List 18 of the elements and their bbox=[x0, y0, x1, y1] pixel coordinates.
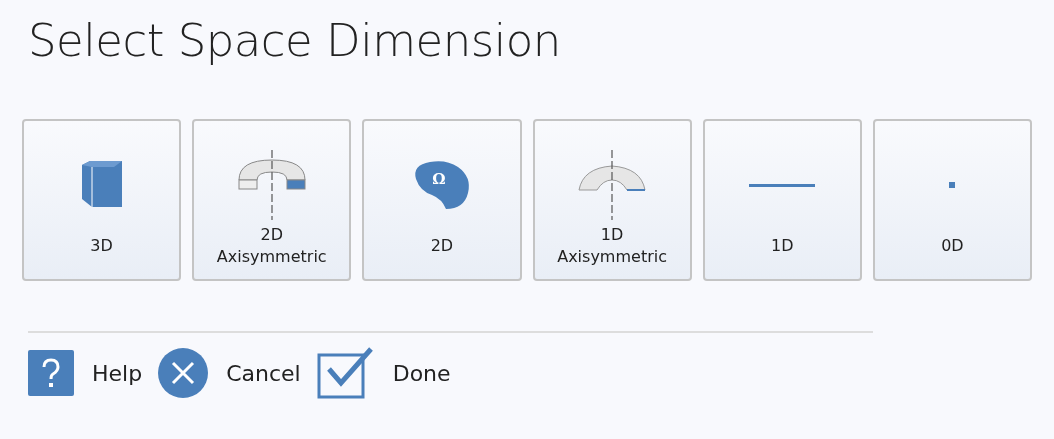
dimension-button[interactable]: 1D bbox=[702, 119, 862, 281]
half-ring-icon bbox=[236, 150, 307, 220]
dialog-title: Select Space Dimension bbox=[28, 14, 562, 67]
dimension-button[interactable]: Ω 2D bbox=[362, 119, 522, 281]
dimension-button[interactable]: 1D Axisymmetric bbox=[532, 119, 692, 281]
arc-icon bbox=[577, 150, 648, 220]
checkbox-tick-icon bbox=[316, 347, 375, 399]
point-icon bbox=[949, 182, 956, 188]
action-button[interactable]: Done bbox=[316, 347, 451, 399]
dimension-button[interactable]: 2D Axisymmetric bbox=[192, 119, 352, 281]
action-button[interactable]: Help bbox=[28, 347, 143, 399]
close-icon bbox=[158, 348, 209, 398]
line-icon bbox=[749, 183, 816, 187]
dimension-button[interactable]: 0D bbox=[872, 119, 1033, 281]
help-icon bbox=[28, 350, 74, 396]
dimension-button[interactable]: 3D bbox=[22, 119, 182, 281]
action-button[interactable]: Cancel bbox=[158, 347, 301, 399]
cube-icon bbox=[79, 161, 124, 209]
